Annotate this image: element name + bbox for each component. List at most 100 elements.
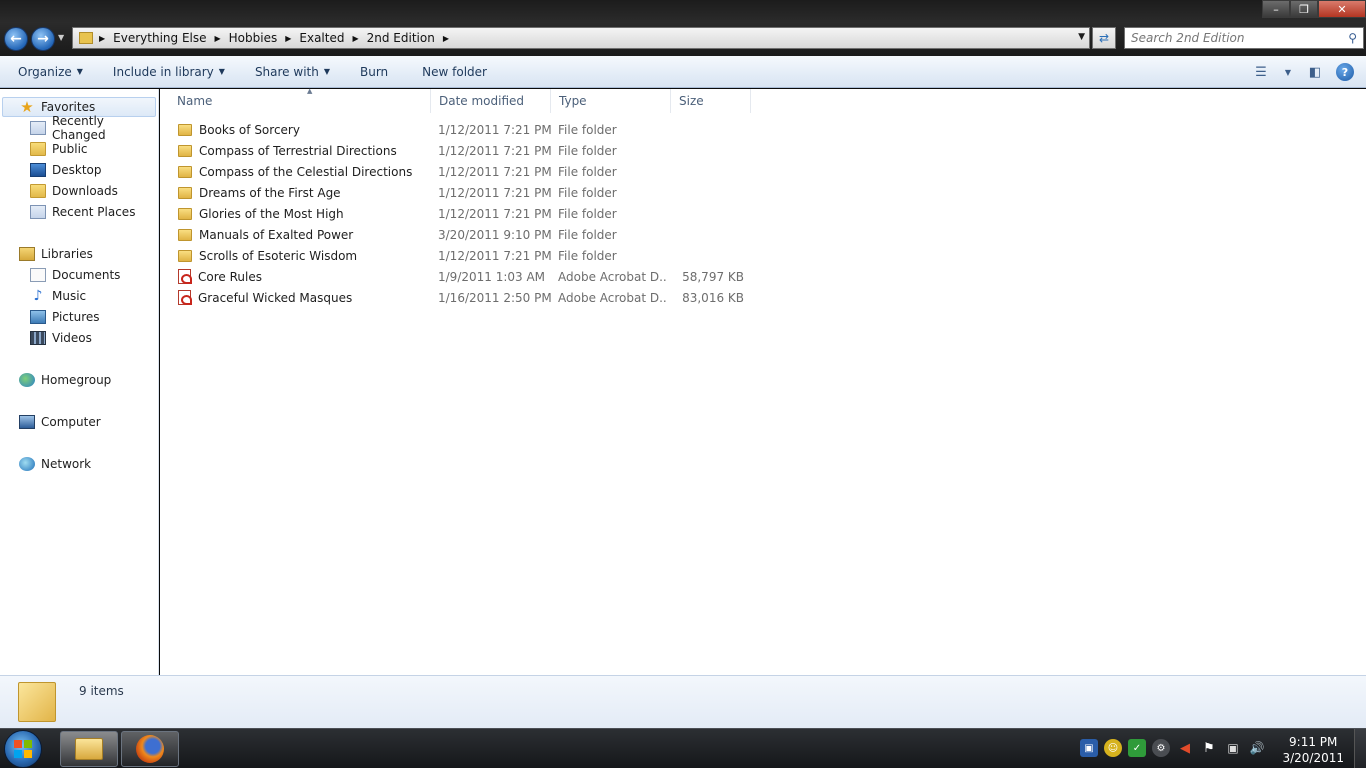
breadcrumb-item[interactable]: Everything Else ▶ — [113, 31, 229, 45]
start-button[interactable] — [4, 730, 42, 768]
column-header-name[interactable]: Name ▲ — [169, 87, 431, 113]
file-name: Scrolls of Esoteric Wisdom — [199, 248, 358, 263]
nav-homegroup[interactable]: Homegroup — [19, 370, 111, 390]
file-row[interactable]: Compass of the Celestial Directions 1/12/… — [160, 161, 760, 182]
minimize-button[interactable]: – — [1262, 0, 1290, 18]
chevron-right-icon[interactable]: ▶ — [443, 34, 449, 43]
close-button[interactable]: ✕ — [1318, 0, 1366, 18]
action-center-flag-icon[interactable]: ⚑ — [1200, 739, 1218, 757]
file-type-cell: File folder — [558, 119, 666, 140]
file-name-cell[interactable]: Glories of the Most High — [178, 203, 428, 224]
restore-button[interactable]: ❐ — [1290, 0, 1318, 18]
recent-pages-dropdown[interactable]: ▼ — [58, 33, 64, 42]
column-header-date-modified[interactable]: Date modified — [431, 89, 551, 113]
file-row[interactable]: Manuals of Exalted Power 3/20/2011 9:10 P… — [160, 224, 760, 245]
search-input[interactable] — [1131, 31, 1341, 45]
homegroup-icon — [19, 373, 35, 387]
new-folder-button[interactable]: New folder — [413, 60, 496, 84]
nav-computer[interactable]: Computer — [19, 412, 101, 432]
file-name-cell[interactable]: Dreams of the First Age — [178, 182, 428, 203]
file-size-cell — [671, 245, 744, 266]
file-row[interactable]: Scrolls of Esoteric Wisdom 1/12/2011 7:21… — [160, 245, 760, 266]
tray-speaker-icon[interactable]: ◀ — [1176, 739, 1194, 757]
nav-music[interactable]: ♪ Music — [30, 286, 87, 306]
breadcrumb-root-chevron[interactable]: ▶ — [99, 34, 113, 43]
nav-videos[interactable]: Videos — [30, 328, 92, 348]
address-bar[interactable]: ▶ Everything Else ▶ Hobbies ▶ Exalted ▶ 2nd… — [72, 27, 1090, 49]
network-status-icon[interactable]: ▣ — [1224, 739, 1242, 757]
include-in-library-label: Include in library — [112, 64, 214, 79]
file-row[interactable]: Glories of the Most High 1/12/2011 7:21 P… — [160, 203, 760, 224]
taskbar-explorer[interactable] — [60, 731, 118, 767]
include-in-library-button[interactable]: Include in library ▼ — [104, 60, 234, 84]
file-type-cell: File folder — [558, 161, 666, 182]
tray-check-icon[interactable]: ✓ — [1128, 739, 1146, 757]
windows-logo-icon — [24, 750, 32, 758]
taskbar-firefox[interactable] — [121, 731, 179, 767]
show-desktop-button[interactable] — [1354, 729, 1366, 768]
preview-pane-button[interactable]: ◧ — [1304, 61, 1326, 83]
folder-icon — [178, 249, 192, 262]
nav-recently-changed[interactable]: Recently Changed — [30, 114, 158, 142]
refresh-button[interactable]: ⇄ — [1092, 27, 1116, 49]
organize-button[interactable]: Organize ▼ — [9, 60, 92, 84]
nav-public[interactable]: Public — [30, 139, 88, 159]
search-box[interactable]: ⚲ — [1124, 27, 1364, 49]
taskbar-clock[interactable]: 9:11 PM 3/20/2011 — [1282, 734, 1344, 766]
share-with-label: Share with — [254, 64, 319, 79]
nav-downloads[interactable]: Downloads — [30, 181, 118, 201]
chevron-right-icon[interactable]: ▶ — [285, 34, 291, 43]
nav-videos-label: Videos — [52, 331, 92, 345]
file-type: File folder — [558, 122, 617, 137]
view-options-dropdown[interactable]: ▼ — [1282, 61, 1294, 83]
breadcrumb-item[interactable]: Exalted ▶ — [299, 31, 366, 45]
chevron-right-icon[interactable]: ▶ — [215, 34, 221, 43]
file-type: Adobe Acrobat D... — [558, 269, 666, 284]
tray-messenger-icon[interactable]: ☺ — [1104, 739, 1122, 757]
file-name-cell[interactable]: Compass of the Celestial Directions — [178, 161, 428, 182]
burn-button[interactable]: Burn — [351, 60, 397, 84]
column-header-type[interactable]: Type — [551, 89, 671, 113]
folder-icon — [79, 32, 93, 44]
windows-logo-icon — [14, 740, 22, 748]
nav-network[interactable]: Network — [19, 454, 91, 474]
file-row[interactable]: Books of Sorcery 1/12/2011 7:21 PM File fo… — [160, 119, 760, 140]
nav-desktop[interactable]: Desktop — [30, 160, 102, 180]
column-type-label: Type — [559, 94, 587, 108]
file-type-cell: File folder — [558, 224, 666, 245]
file-row[interactable]: Compass of Terrestrial Directions 1/12/20… — [160, 140, 760, 161]
file-name-cell[interactable]: Compass of Terrestrial Directions — [178, 140, 428, 161]
address-history-dropdown[interactable]: ▼ — [1078, 32, 1085, 42]
change-view-button[interactable]: ☰ — [1250, 61, 1272, 83]
file-name-cell[interactable]: Core Rules — [178, 266, 428, 287]
file-name-cell[interactable]: Books of Sorcery — [178, 119, 428, 140]
forward-button[interactable]: → — [31, 27, 55, 51]
breadcrumb-item[interactable]: 2nd Edition ▶ — [367, 31, 457, 45]
volume-icon[interactable]: 🔊 — [1248, 739, 1266, 757]
folder-icon — [178, 144, 192, 157]
file-date: 1/9/2011 1:03 AM — [438, 269, 546, 284]
search-icon[interactable]: ⚲ — [1348, 31, 1357, 45]
back-button[interactable]: ← — [4, 27, 28, 51]
column-header-size[interactable]: Size — [671, 89, 751, 113]
nav-libraries[interactable]: Libraries — [19, 244, 93, 264]
nav-recent-places[interactable]: Recent Places — [30, 202, 135, 222]
file-name-cell[interactable]: Scrolls of Esoteric Wisdom — [178, 245, 428, 266]
music-note-icon: ♪ — [33, 288, 43, 304]
file-type-cell: Adobe Acrobat D... — [558, 287, 666, 308]
nav-documents[interactable]: Documents — [30, 265, 120, 285]
nav-pictures[interactable]: Pictures — [30, 307, 100, 327]
file-type: File folder — [558, 248, 617, 263]
share-with-button[interactable]: Share with ▼ — [246, 60, 339, 84]
file-row[interactable]: Graceful Wicked Masques 1/16/2011 2:50 PM… — [160, 287, 760, 308]
breadcrumb-item[interactable]: Hobbies ▶ — [229, 31, 300, 45]
tray-app-icon[interactable]: ▣ — [1080, 739, 1098, 757]
chevron-right-icon[interactable]: ▶ — [352, 34, 358, 43]
column-size-label: Size — [679, 94, 704, 108]
file-row[interactable]: Dreams of the First Age 1/12/2011 7:21 PM… — [160, 182, 760, 203]
help-button[interactable]: ? — [1336, 63, 1354, 81]
file-name-cell[interactable]: Manuals of Exalted Power — [178, 224, 428, 245]
tray-steam-icon[interactable]: ⚙ — [1152, 739, 1170, 757]
file-row[interactable]: Core Rules 1/9/2011 1:03 AM Adobe Acrobat … — [160, 266, 760, 287]
file-name-cell[interactable]: Graceful Wicked Masques — [178, 287, 428, 308]
